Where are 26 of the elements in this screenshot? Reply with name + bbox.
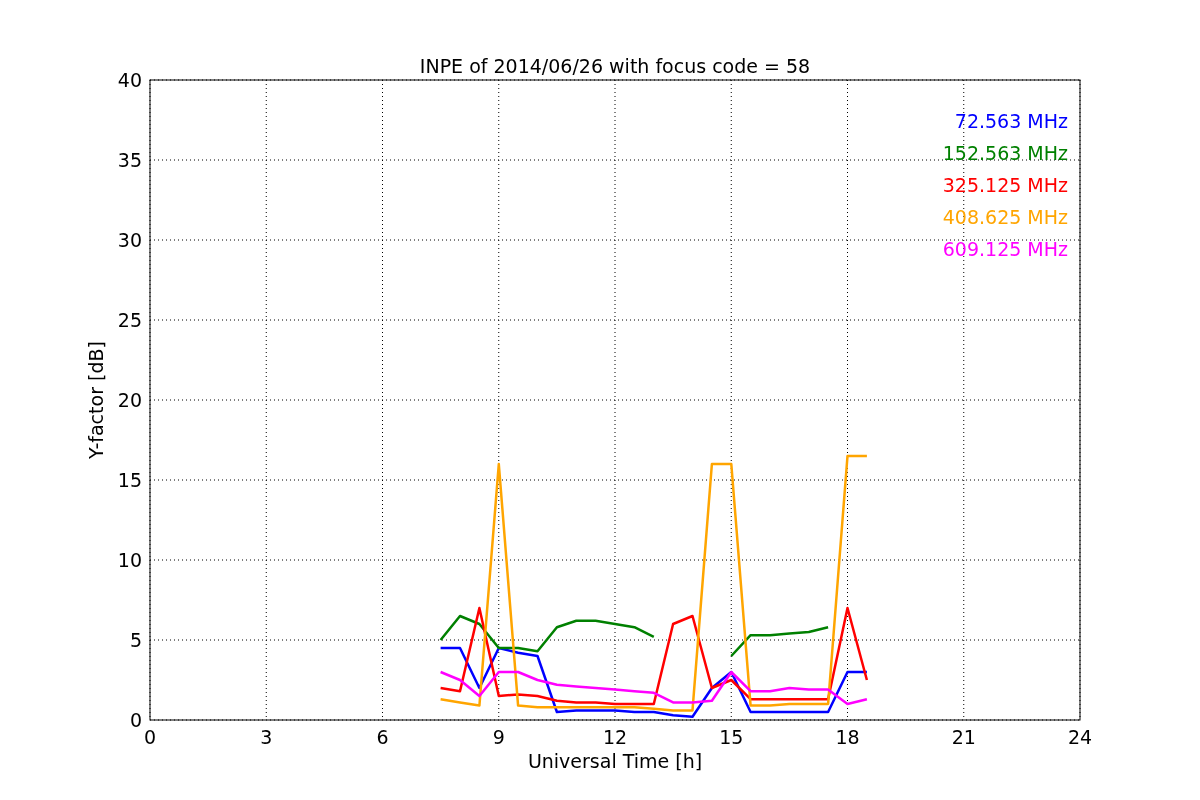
tick-label: 18	[835, 726, 860, 748]
tick-label: 15	[719, 726, 744, 748]
legend-label: 609.125 MHz	[942, 238, 1068, 260]
tick-label: 40	[117, 69, 142, 91]
tick-label: 21	[951, 726, 976, 748]
axis-label: Universal Time [h]	[527, 750, 703, 772]
axis-label: Y-factor [dB]	[85, 341, 107, 459]
tick-label: 3	[260, 726, 273, 748]
tick-label: 12	[602, 726, 628, 748]
tick-label: 9	[492, 726, 505, 748]
legend-label: 408.625 MHz	[942, 206, 1068, 228]
chart-title: INPE of 2014/06/26 with focus code = 58	[419, 55, 811, 77]
legend-label: 152.563 MHz	[942, 142, 1068, 164]
tick-label: 10	[117, 549, 142, 571]
tick-label: 6	[376, 726, 389, 748]
tick-label: 0	[129, 709, 142, 731]
tick-label: 5	[129, 629, 142, 651]
tick-label: 20	[117, 389, 142, 411]
tick-label: 24	[1067, 726, 1093, 748]
legend-label: 325.125 MHz	[942, 174, 1068, 196]
legend-label: 72.563 MHz	[954, 110, 1068, 132]
tick-label: 15	[117, 469, 142, 491]
tick-label: 35	[117, 149, 142, 171]
tick-label: 30	[117, 229, 142, 251]
tick-label: 0	[143, 726, 157, 748]
tick-label: 25	[117, 309, 142, 331]
